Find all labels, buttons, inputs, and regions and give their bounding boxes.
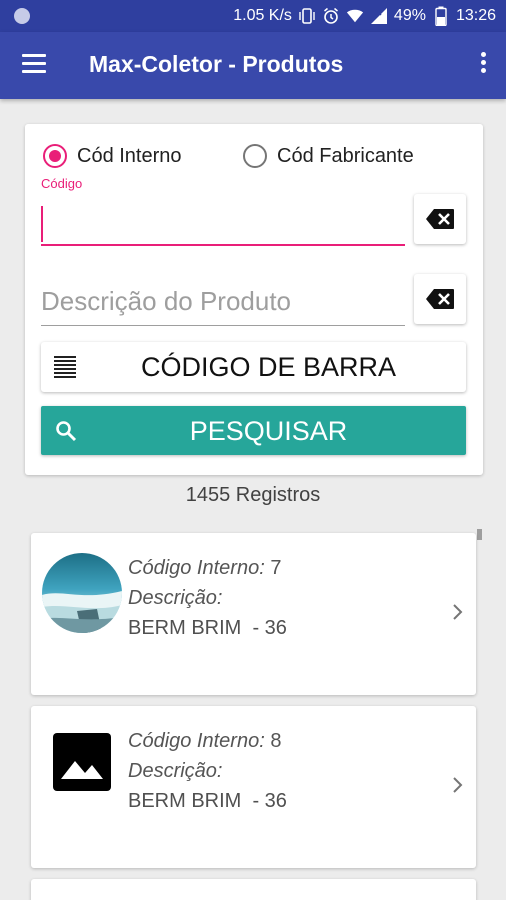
battery-percent: 49% [393,7,426,24]
radio-internal-code[interactable]: Cód Interno [43,144,182,168]
chevron-right-icon [453,604,463,620]
radio-checked-icon [43,144,67,168]
clock: 13:26 [455,7,496,24]
code-field-label: Código [41,176,83,191]
status-indicators: 1.05 K/s 49% 13:26 [233,0,496,32]
description-input[interactable]: Descrição do Produto [41,278,405,326]
internal-code-value: 7 [270,557,282,579]
page-title: Max-Coletor - Produtos [89,51,344,77]
app-bar: Max-Coletor - Produtos [0,32,506,99]
battery-icon [432,6,450,26]
signal-icon [370,7,388,25]
description-value: BERM BRIM - 36 [128,617,287,639]
text-cursor [41,206,43,242]
internal-code-line: Código Interno: 7 [128,557,281,580]
search-form-card: Cód Interno Cód Fabricante Código Descri… [25,124,483,475]
description-label: Descrição: [128,587,223,609]
search-button-label: PESQUISAR [189,416,348,446]
scrollbar[interactable] [477,529,482,540]
overflow-menu-icon[interactable] [478,52,488,80]
radio-unchecked-icon [243,144,267,168]
barcode-button[interactable]: CÓDIGO DE BARRA [41,342,466,392]
chevron-right-icon [453,777,463,793]
image-placeholder-icon [53,733,111,791]
clear-description-button[interactable] [414,274,466,324]
radio-manufacturer-code-label: Cód Fabricante [277,144,414,167]
status-bar: 1.05 K/s 49% 13:26 [0,0,506,32]
search-button[interactable]: PESQUISAR [41,406,466,455]
internal-code-line: Código Interno: 8 [128,730,281,753]
network-speed: 1.05 K/s [233,7,292,24]
barcode-button-label: CÓDIGO DE BARRA [140,352,397,382]
description-placeholder: Descrição do Produto [41,286,292,316]
backspace-icon [426,289,454,309]
internal-code-label: Código Interno: [128,557,265,579]
product-card[interactable]: Código Interno: 7 Descrição: BERM BRIM -… [31,533,476,695]
clear-code-button[interactable] [414,194,466,244]
backspace-icon [426,209,454,229]
internal-code-label: Código Interno: [128,730,265,752]
records-count: 1455 Registros [185,484,321,506]
wifi-icon [346,7,364,25]
alarm-icon [322,7,340,25]
product-card[interactable]: Código Interno: 8 Descrição: BERM BRIM -… [31,706,476,868]
product-card[interactable] [31,879,476,900]
radio-internal-code-label: Cód Interno [77,144,182,167]
notification-dot-icon [14,8,30,24]
description-value: BERM BRIM - 36 [128,790,287,812]
product-photo [42,553,122,633]
internal-code-value: 8 [270,730,282,752]
vibrate-icon [298,7,316,25]
menu-icon[interactable] [22,54,48,76]
code-input[interactable] [41,200,405,246]
radio-manufacturer-code[interactable]: Cód Fabricante [243,144,414,168]
description-label: Descrição: [128,760,223,782]
